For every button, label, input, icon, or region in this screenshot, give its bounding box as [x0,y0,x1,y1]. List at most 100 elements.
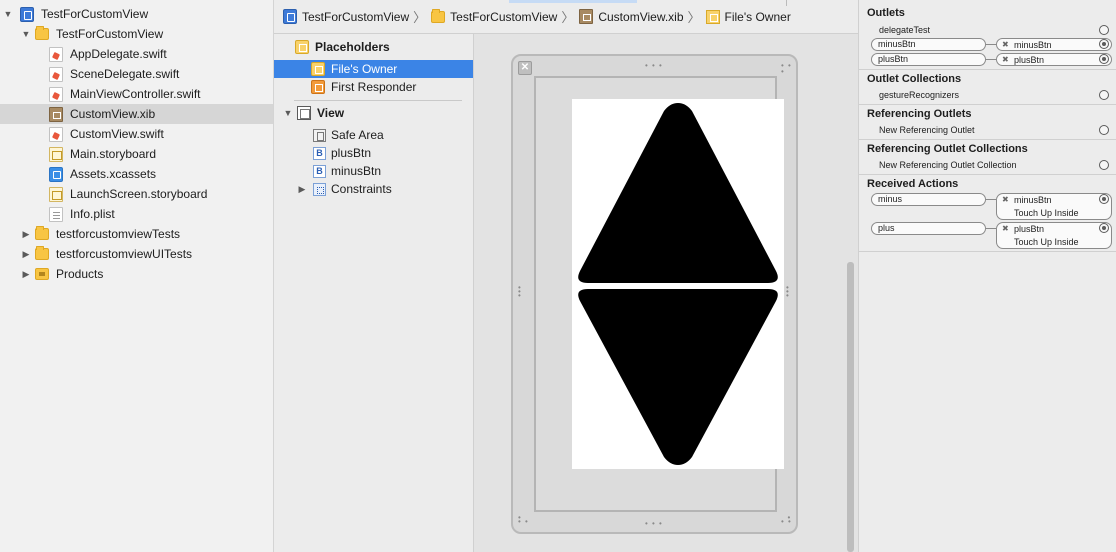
nav-item-group[interactable]: ▶ Products [0,264,273,284]
safe-area-icon [313,128,326,142]
connection-circle[interactable] [1099,125,1109,135]
resize-handle-left[interactable]: • • • [518,284,522,300]
section-title: Outlet Collections [867,73,962,85]
disclosure-triangle[interactable]: ▼ [282,108,294,118]
tab-divider [786,0,787,6]
close-icon[interactable]: ✕ [518,61,532,75]
breadcrumb-label: CustomView.xib [598,9,684,24]
referencing-outlets-section: Referencing Outlets New Referencing Outl… [859,105,1116,140]
cube-icon [311,62,325,76]
disclosure-triangle[interactable]: ▶ [296,184,308,195]
received-actions-section: Received Actions minus ✖ minusBtn Touch … [859,175,1116,252]
connection-target: plusBtn [1014,55,1045,65]
connection-circle[interactable] [1099,90,1109,100]
disclosure-triangle[interactable]: ▶ [20,269,32,280]
breadcrumb-file[interactable]: CustomView.xib [579,9,684,24]
plus-button-triangle-up[interactable] [578,103,778,283]
outline-safe-area[interactable]: Safe Area [274,126,473,144]
remove-connection-icon[interactable]: ✖ [1002,195,1009,204]
folder-icon [35,226,49,240]
outline-label: Safe Area [331,128,384,142]
action-plus-connection[interactable]: ✖ plusBtn Touch Up Inside [996,222,1112,249]
connection-line [986,228,996,229]
chevron-right-icon: 〉 [413,10,427,25]
active-tab-indicator [509,0,637,3]
section-title: Outlets [867,7,905,19]
outline-minus-btn[interactable]: B minusBtn [274,162,473,180]
remove-connection-icon[interactable]: ✖ [1002,55,1009,64]
connection-circle[interactable] [1099,25,1109,35]
nav-item-file[interactable]: Main.storyboard [0,144,273,164]
disclosure-triangle[interactable]: ▶ [20,249,32,260]
breadcrumb-project[interactable]: TestForCustomView [283,9,409,24]
outline-first-responder[interactable]: First Responder [274,78,473,96]
nav-item-label: Info.plist [70,207,115,221]
nav-item-label: MainViewController.swift [70,87,201,101]
outline-label: File's Owner [331,62,398,76]
outline-files-owner[interactable]: File's Owner [274,60,473,78]
nav-item-file[interactable]: Assets.xcassets [0,164,273,184]
resize-handle-bottom-left[interactable]: • • • [518,514,529,526]
nav-item-label: SceneDelegate.swift [70,67,180,81]
connection-circle[interactable] [1099,160,1109,170]
connection-line [986,199,996,200]
connection-circle-filled[interactable] [1099,39,1109,49]
nav-item-group[interactable]: ▶ testforcustomviewUITests [0,244,273,264]
nav-item-file[interactable]: SceneDelegate.swift [0,64,273,84]
resize-handle-top[interactable]: • • • [645,62,663,70]
nav-item-group[interactable]: ▼ TestForCustomView [0,24,273,44]
action-minus-connection[interactable]: ✖ minusBtn Touch Up Inside [996,193,1112,220]
nav-item-file[interactable]: LaunchScreen.storyboard [0,184,273,204]
disclosure-triangle[interactable]: ▼ [2,9,14,19]
outlet-plus-connection[interactable]: ✖ plusBtn [996,53,1112,66]
outline-plus-btn[interactable]: B plusBtn [274,144,473,162]
triangle-buttons-svg [578,103,778,465]
chevron-right-icon: 〉 [561,10,575,25]
canvas-scrollbar[interactable] [847,262,854,552]
nav-item-file[interactable]: AppDelegate.swift [0,44,273,64]
nav-item-project[interactable]: ▼ TestForCustomView [0,4,273,24]
cube-icon [311,80,325,94]
button-icon: B [313,164,326,178]
outlet-delegate-label: delegateTest [879,25,931,35]
connection-line [986,44,996,45]
outline-label: View [317,106,345,120]
breadcrumb-object[interactable]: File's Owner [705,9,791,24]
section-title: Referencing Outlet Collections [867,143,1028,155]
section-title: Received Actions [867,178,959,190]
outlet-minus-connection[interactable]: ✖ minusBtn [996,38,1112,51]
custom-view-content[interactable] [572,99,784,469]
connection-circle-filled[interactable] [1099,223,1109,233]
connection-circle-filled[interactable] [1099,54,1109,64]
breadcrumb-group[interactable]: TestForCustomView [431,8,557,24]
storyboard-icon [49,146,63,162]
resize-handle-bottom[interactable]: • • • [645,520,663,528]
nav-item-file[interactable]: CustomView.swift [0,124,273,144]
outline-label: Constraints [331,182,392,196]
minus-button-triangle-down[interactable] [578,289,778,465]
outline-view[interactable]: ▼ View [274,104,473,122]
nav-item-label: TestForCustomView [41,7,149,21]
outline-constraints[interactable]: ▶ Constraints [274,180,473,198]
resize-handle-right[interactable]: • • • [786,284,790,300]
interface-builder-canvas[interactable]: ✕ • • • • • • • • • • • • • • • • • • • • • [474,34,858,552]
button-icon: B [313,146,326,160]
folder-icon [35,246,49,260]
connection-event: Touch Up Inside [1014,237,1079,247]
nav-item-label: Main.storyboard [70,147,157,161]
resize-handle-top-right[interactable]: • [781,68,785,76]
remove-connection-icon[interactable]: ✖ [1002,224,1009,233]
resize-handle-bottom-right[interactable]: • • • [781,514,792,526]
outline-placeholders-header[interactable]: Placeholders [274,38,473,56]
nav-item-group[interactable]: ▶ testforcustomviewTests [0,224,273,244]
disclosure-triangle[interactable]: ▶ [20,229,32,240]
nav-item-file-selected[interactable]: CustomView.xib [0,104,273,124]
document-outline: Placeholders File's Owner First Responde… [274,34,474,552]
remove-connection-icon[interactable]: ✖ [1002,40,1009,49]
connection-circle-filled[interactable] [1099,194,1109,204]
new-referencing-outlet-collection-label: New Referencing Outlet Collection [879,160,1017,170]
nav-item-file[interactable]: Info.plist [0,204,273,224]
view-frame[interactable]: ✕ • • • • • • • • • • • • • • • • • • • • • [511,54,798,534]
disclosure-triangle[interactable]: ▼ [20,29,32,39]
nav-item-file[interactable]: MainViewController.swift [0,84,273,104]
